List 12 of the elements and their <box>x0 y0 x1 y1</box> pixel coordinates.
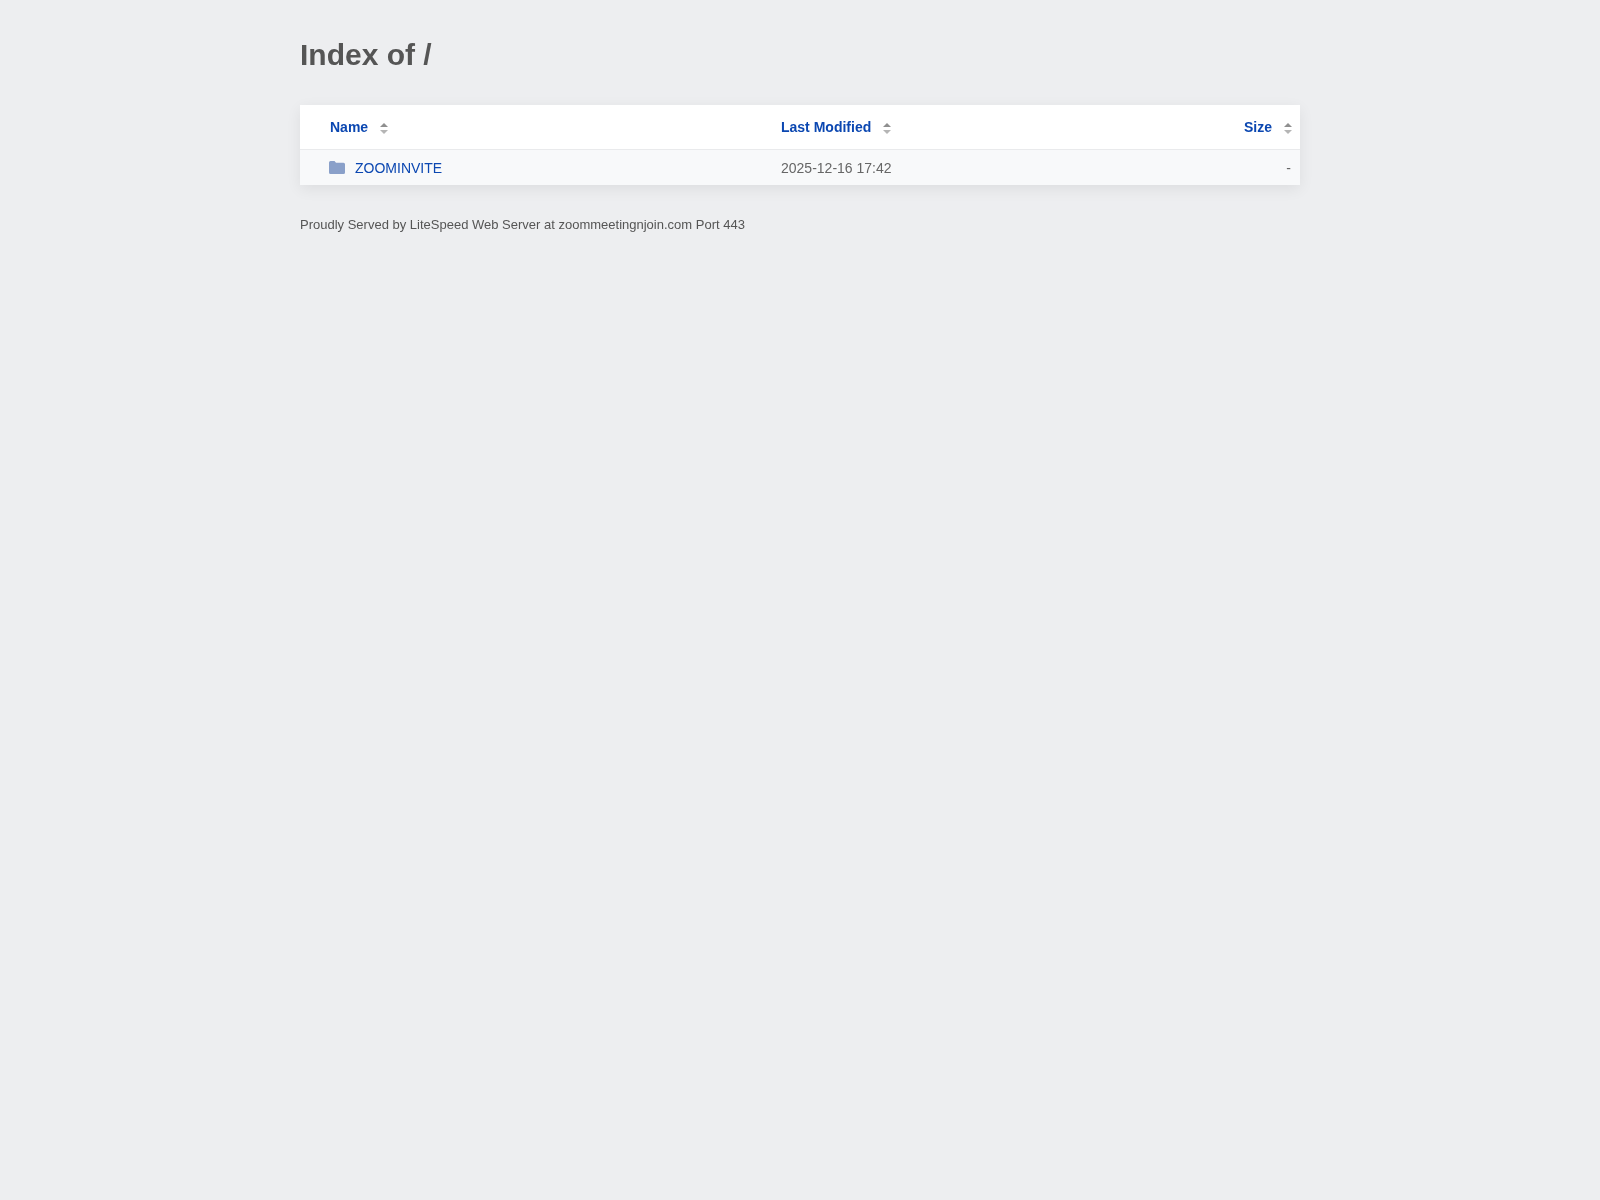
folder-icon <box>329 161 345 174</box>
entry-size: - <box>1286 159 1291 176</box>
column-header-link[interactable]: Size <box>1244 119 1272 135</box>
page-title: Index of / <box>300 37 432 73</box>
entry-name-link[interactable]: ZOOMINVITE <box>355 159 443 176</box>
modified-date: 2025-12-16 17:42 <box>781 159 892 176</box>
sort-icon[interactable] <box>883 122 892 134</box>
column-header-link[interactable]: Name <box>330 119 369 135</box>
column-header-link[interactable]: Last Modified <box>781 119 872 135</box>
sort-icon[interactable] <box>1284 122 1292 134</box>
sort-icon[interactable] <box>380 122 389 134</box>
server-footer: Proudly Served by LiteSpeed Web Server at zoommeetingnjoin.com Port 443 <box>300 217 745 232</box>
